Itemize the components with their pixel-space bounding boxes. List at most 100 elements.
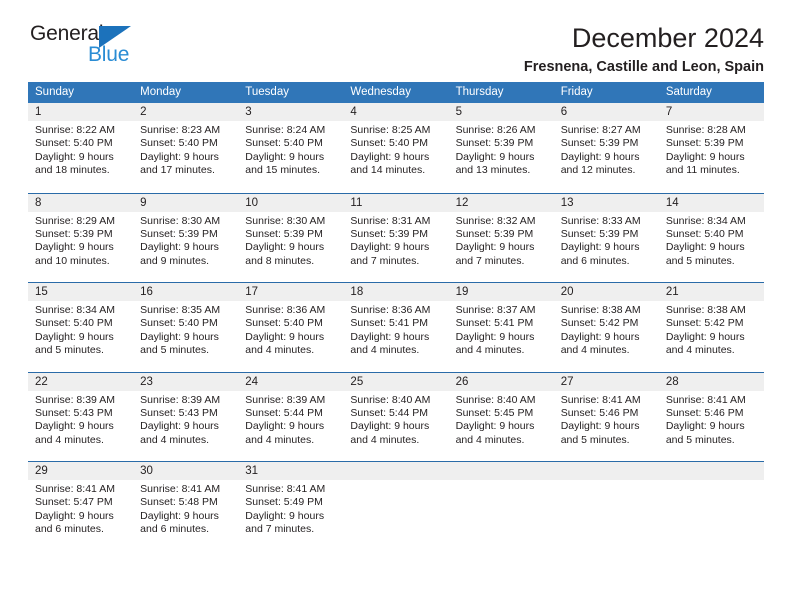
daylight-text-line1: Daylight: 9 hours xyxy=(245,241,325,254)
day-details: Sunrise: 8:41 AM Sunset: 5:46 PM Daylight:… xyxy=(659,391,764,448)
day-cell-14[interactable]: 14 Sunrise: 8:34 AM Sunset: 5:40 PM Dayligh… xyxy=(658,193,764,282)
daylight-text-line1: Daylight: 9 hours xyxy=(350,150,430,163)
daylight-text-line2: and 5 minutes. xyxy=(560,433,630,446)
daylight-text-line1: Daylight: 9 hours xyxy=(245,330,325,343)
day-cell-empty xyxy=(658,462,764,551)
day-cell-2[interactable]: 2 Sunrise: 8:23 AM Sunset: 5:40 PM Daylight… xyxy=(133,103,239,193)
sunset-text: Sunset: 5:41 PM xyxy=(350,317,429,330)
day-number: 20 xyxy=(553,283,659,301)
day-cell-13[interactable]: 13 Sunrise: 8:33 AM Sunset: 5:39 PM Dayligh… xyxy=(553,193,659,282)
day-cell-10[interactable]: 10 Sunrise: 8:30 AM Sunset: 5:39 PM Dayligh… xyxy=(238,193,344,282)
sunset-text: Sunset: 5:39 PM xyxy=(140,227,218,240)
day-cell-7[interactable]: 7 Sunrise: 8:28 AM Sunset: 5:39 PM Daylight… xyxy=(658,103,764,193)
day-number: 7 xyxy=(658,103,764,121)
day-cell-5[interactable]: 5 Sunrise: 8:26 AM Sunset: 5:39 PM Daylight… xyxy=(448,103,554,193)
daylight-text-line1: Daylight: 9 hours xyxy=(245,509,325,522)
day-details: Sunrise: 8:30 AM Sunset: 5:39 PM Daylight:… xyxy=(238,212,343,269)
day-number: 15 xyxy=(28,283,134,301)
daylight-text-line2: and 5 minutes. xyxy=(665,433,735,446)
weekday-header-monday: Monday xyxy=(140,86,182,98)
sunrise-text: Sunrise: 8:26 AM xyxy=(455,124,536,136)
day-cell-23[interactable]: 23 Sunrise: 8:39 AM Sunset: 5:43 PM Dayligh… xyxy=(133,372,239,461)
day-details: Sunrise: 8:36 AM Sunset: 5:40 PM Daylight:… xyxy=(238,301,343,358)
day-number: 9 xyxy=(133,193,239,212)
day-details: Sunrise: 8:28 AM Sunset: 5:39 PM Daylight:… xyxy=(659,121,764,178)
day-cell-6[interactable]: 6 Sunrise: 8:27 AM Sunset: 5:39 PM Daylight… xyxy=(553,103,659,193)
sunrise-text: Sunrise: 8:25 AM xyxy=(350,124,431,136)
day-details: Sunrise: 8:39 AM Sunset: 5:43 PM Daylight:… xyxy=(28,391,133,448)
day-details: Sunrise: 8:34 AM Sunset: 5:40 PM Daylight:… xyxy=(659,212,764,269)
calendar-weeks: 1 Sunrise: 8:22 AM Sunset: 5:40 PM Daylight… xyxy=(28,103,764,551)
day-details: Sunrise: 8:41 AM Sunset: 5:47 PM Daylight:… xyxy=(28,480,133,537)
daylight-text-line1: Daylight: 9 hours xyxy=(350,420,430,433)
day-cell-3[interactable]: 3 Sunrise: 8:24 AM Sunset: 5:40 PM Daylight… xyxy=(238,103,344,193)
daylight-text-line1: Daylight: 9 hours xyxy=(560,330,640,343)
sunset-text: Sunset: 5:39 PM xyxy=(560,227,639,240)
sunrise-text: Sunrise: 8:36 AM xyxy=(245,304,326,316)
day-cell-21[interactable]: 21 Sunrise: 8:38 AM Sunset: 5:42 PM Dayligh… xyxy=(658,283,764,372)
day-cell-17[interactable]: 17 Sunrise: 8:36 AM Sunset: 5:40 PM Dayligh… xyxy=(238,283,344,372)
sunrise-text: Sunrise: 8:32 AM xyxy=(455,214,536,227)
daylight-text-line1: Daylight: 9 hours xyxy=(140,241,219,254)
weekday-header-sunday: Sunday xyxy=(35,86,75,98)
day-cell-24[interactable]: 24 Sunrise: 8:39 AM Sunset: 5:44 PM Dayligh… xyxy=(238,372,344,461)
day-cell-11[interactable]: 11 Sunrise: 8:31 AM Sunset: 5:39 PM Dayligh… xyxy=(343,193,449,282)
day-cell-4[interactable]: 4 Sunrise: 8:25 AM Sunset: 5:40 PM Daylight… xyxy=(343,103,449,193)
calendar-week-row: 8 Sunrise: 8:29 AM Sunset: 5:39 PM Daylight… xyxy=(28,192,764,282)
daylight-text-line2: and 4 minutes. xyxy=(35,433,104,446)
daylight-text-line1: Daylight: 9 hours xyxy=(245,420,325,433)
daylight-text-line1: Daylight: 9 hours xyxy=(35,150,114,163)
day-cell-1[interactable]: 1 Sunrise: 8:22 AM Sunset: 5:40 PM Daylight… xyxy=(28,103,134,193)
day-number xyxy=(343,462,449,480)
day-details: Sunrise: 8:38 AM Sunset: 5:42 PM Daylight:… xyxy=(659,301,764,358)
day-cell-8[interactable]: 8 Sunrise: 8:29 AM Sunset: 5:39 PM Daylight… xyxy=(28,193,134,282)
daylight-text-line1: Daylight: 9 hours xyxy=(665,241,745,254)
day-cell-31[interactable]: 31 Sunrise: 8:41 AM Sunset: 5:49 PM Dayligh… xyxy=(238,462,344,551)
sunrise-text: Sunrise: 8:40 AM xyxy=(455,393,536,406)
daylight-text-line1: Daylight: 9 hours xyxy=(35,509,114,522)
day-cell-empty xyxy=(448,462,554,551)
sunset-text: Sunset: 5:39 PM xyxy=(455,137,534,150)
day-cell-15[interactable]: 15 Sunrise: 8:34 AM Sunset: 5:40 PM Dayligh… xyxy=(28,283,134,372)
daylight-text-line2: and 6 minutes. xyxy=(140,523,210,536)
day-cell-19[interactable]: 19 Sunrise: 8:37 AM Sunset: 5:41 PM Dayligh… xyxy=(448,283,554,372)
day-number: 19 xyxy=(448,283,554,301)
sunrise-text: Sunrise: 8:31 AM xyxy=(350,214,431,227)
day-number: 18 xyxy=(343,283,449,301)
day-cell-20[interactable]: 20 Sunrise: 8:38 AM Sunset: 5:42 PM Dayligh… xyxy=(553,283,659,372)
sunrise-text: Sunrise: 8:35 AM xyxy=(140,304,221,316)
day-cell-22[interactable]: 22 Sunrise: 8:39 AM Sunset: 5:43 PM Dayligh… xyxy=(28,372,134,461)
daylight-text-line1: Daylight: 9 hours xyxy=(350,241,430,254)
daylight-text-line1: Daylight: 9 hours xyxy=(245,150,325,163)
daylight-text-line2: and 4 minutes. xyxy=(455,344,525,357)
day-cell-18[interactable]: 18 Sunrise: 8:36 AM Sunset: 5:41 PM Dayligh… xyxy=(343,283,449,372)
day-cell-16[interactable]: 16 Sunrise: 8:35 AM Sunset: 5:40 PM Dayligh… xyxy=(133,283,239,372)
day-cell-9[interactable]: 9 Sunrise: 8:30 AM Sunset: 5:39 PM Daylight… xyxy=(133,193,239,282)
calendar-page: General Blue December 2024 Fresnena, Cas… xyxy=(0,0,792,612)
daylight-text-line1: Daylight: 9 hours xyxy=(35,420,114,433)
day-details: Sunrise: 8:41 AM Sunset: 5:46 PM Daylight:… xyxy=(554,391,659,448)
sunset-text: Sunset: 5:39 PM xyxy=(665,137,744,150)
day-details: Sunrise: 8:37 AM Sunset: 5:41 PM Daylight:… xyxy=(449,301,554,358)
daylight-text-line2: and 17 minutes. xyxy=(140,164,215,177)
day-cell-12[interactable]: 12 Sunrise: 8:32 AM Sunset: 5:39 PM Dayligh… xyxy=(448,193,554,282)
day-cell-30[interactable]: 30 Sunrise: 8:41 AM Sunset: 5:48 PM Dayligh… xyxy=(133,462,239,551)
day-cell-29[interactable]: 29 Sunrise: 8:41 AM Sunset: 5:47 PM Dayligh… xyxy=(28,462,134,551)
sunset-text: Sunset: 5:40 PM xyxy=(35,137,113,150)
daylight-text-line1: Daylight: 9 hours xyxy=(560,150,640,163)
daylight-text-line1: Daylight: 9 hours xyxy=(455,330,535,343)
general-blue-logo[interactable]: General Blue xyxy=(28,22,146,70)
daylight-text-line2: and 4 minutes. xyxy=(140,433,210,446)
day-cell-27[interactable]: 27 Sunrise: 8:41 AM Sunset: 5:46 PM Dayligh… xyxy=(553,372,659,461)
daylight-text-line1: Daylight: 9 hours xyxy=(665,330,745,343)
day-details: Sunrise: 8:39 AM Sunset: 5:43 PM Daylight:… xyxy=(133,391,238,448)
day-cell-28[interactable]: 28 Sunrise: 8:41 AM Sunset: 5:46 PM Dayligh… xyxy=(658,372,764,461)
day-cell-25[interactable]: 25 Sunrise: 8:40 AM Sunset: 5:44 PM Dayligh… xyxy=(343,372,449,461)
sunset-text: Sunset: 5:40 PM xyxy=(140,317,218,330)
sunset-text: Sunset: 5:39 PM xyxy=(455,227,534,240)
day-cell-26[interactable]: 26 Sunrise: 8:40 AM Sunset: 5:45 PM Dayligh… xyxy=(448,372,554,461)
title-block: December 2024 Fresnena, Castille and Leo… xyxy=(524,22,764,77)
day-number: 8 xyxy=(28,193,134,212)
daylight-text-line2: and 15 minutes. xyxy=(245,164,320,177)
sunrise-text: Sunrise: 8:39 AM xyxy=(245,393,326,406)
